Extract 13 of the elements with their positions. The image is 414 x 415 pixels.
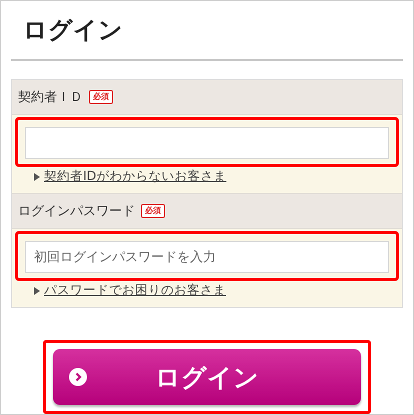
chevron-circle-icon bbox=[69, 368, 87, 386]
field-label: 契約者ＩＤ bbox=[18, 89, 83, 106]
page-title: ログイン bbox=[23, 15, 124, 46]
login-button[interactable]: ログイン bbox=[53, 349, 361, 405]
input-field[interactable] bbox=[25, 127, 389, 159]
triangle-icon bbox=[34, 172, 40, 180]
required-badge: 必須 bbox=[89, 90, 113, 104]
help-link[interactable]: 契約者IDがわからないお客さま bbox=[44, 168, 226, 185]
field-label: ログインパスワード bbox=[18, 203, 135, 220]
help-link[interactable]: パスワードでお困りのお客さま bbox=[44, 282, 226, 299]
required-badge: 必須 bbox=[141, 204, 165, 218]
input-field[interactable]: 初回ログインパスワードを入力 bbox=[25, 241, 389, 273]
triangle-icon bbox=[34, 286, 40, 294]
